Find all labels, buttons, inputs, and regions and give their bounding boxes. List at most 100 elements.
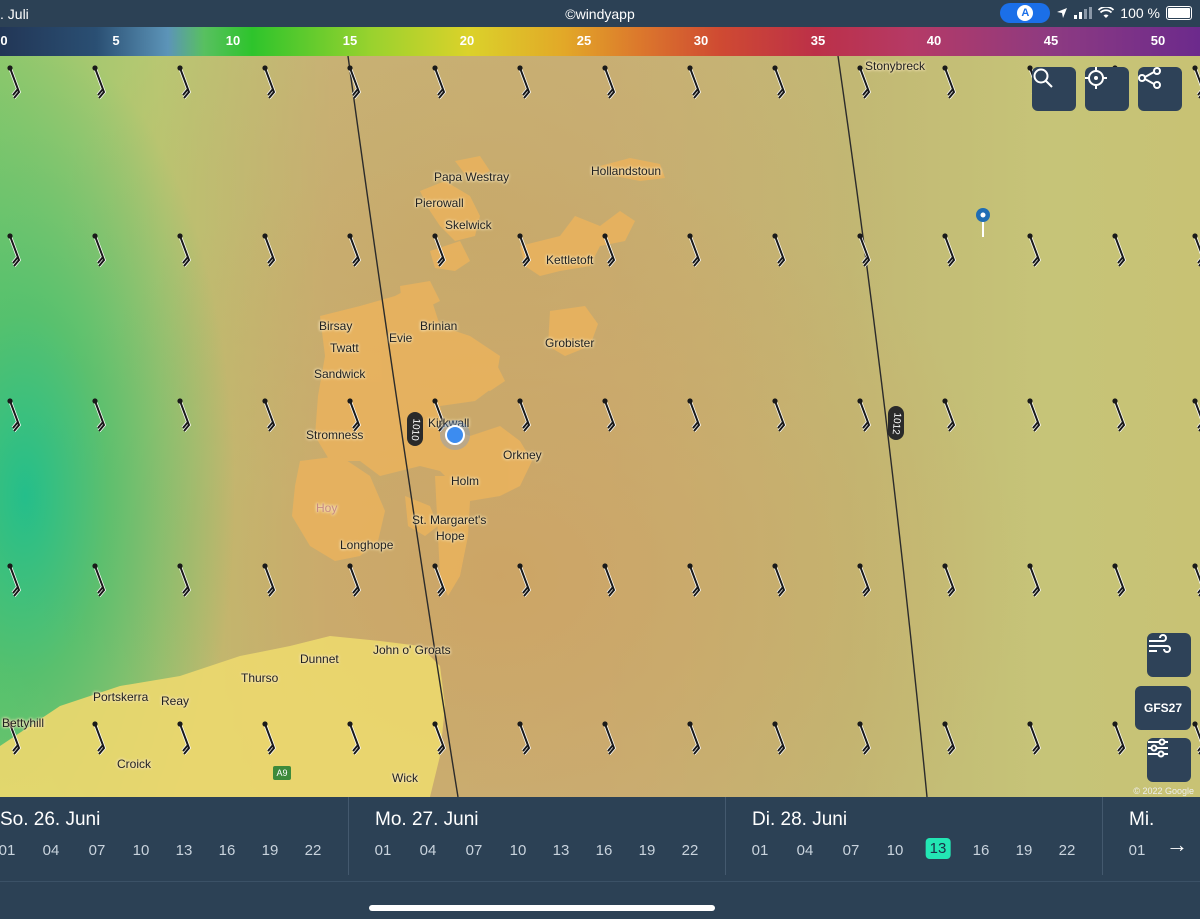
location-pill[interactable]: A — [1000, 3, 1051, 23]
share-button[interactable] — [1138, 67, 1182, 111]
place-label: Pierowall — [415, 196, 464, 210]
location-badge: A — [1017, 5, 1034, 21]
wind-barb-icon — [687, 65, 701, 100]
wind-barb-icon — [602, 721, 616, 756]
next-arrow-icon[interactable]: → — [1166, 832, 1188, 858]
search-button[interactable] — [1032, 67, 1076, 111]
wind-barb-icon — [347, 563, 361, 598]
place-label: John o' Groats — [373, 643, 451, 657]
hour-item[interactable]: 07 — [843, 842, 860, 859]
place-label: Evie — [389, 331, 413, 345]
wind-barb-icon — [177, 233, 191, 268]
legend-tick: 35 — [810, 33, 826, 48]
wifi-icon — [1098, 7, 1115, 18]
hour-item[interactable]: 16 — [596, 842, 613, 859]
hour-item[interactable]: 19 — [639, 842, 656, 859]
wind-barb-icon — [517, 563, 531, 598]
settings-button[interactable] — [1147, 738, 1191, 782]
place-label: Kettletoft — [546, 253, 594, 267]
wind-barb-icon — [262, 65, 276, 100]
wind-barb-icon — [517, 65, 531, 100]
legend-tick: 20 — [459, 33, 475, 48]
place-label: Birsay — [319, 319, 353, 333]
wind-barb-icon — [602, 65, 616, 100]
day-column: Di. 28. Juni 01 04 07 10 13 16 19 22 — [726, 797, 1102, 879]
hour-item[interactable]: 19 — [262, 842, 279, 859]
hour-item[interactable]: 19 — [1016, 842, 1033, 859]
legend-tick: 15 — [342, 33, 358, 48]
battery-text: 100 % — [1120, 5, 1160, 21]
wind-barb-icon — [1112, 563, 1126, 598]
wind-barb-icon — [1112, 398, 1126, 433]
locate-button[interactable] — [1085, 67, 1129, 111]
wind-barb-icon — [602, 563, 616, 598]
wind-barb-icon — [602, 398, 616, 433]
status-right: A 100 % — [1000, 3, 1192, 23]
legend-tick: 5 — [112, 33, 120, 48]
wind-barb-icon — [347, 233, 361, 268]
hour-item[interactable]: 04 — [797, 842, 814, 859]
wind-barb-icon — [92, 563, 106, 598]
wind-barb-icon — [772, 233, 786, 268]
hour-item[interactable]: 22 — [682, 842, 699, 859]
hour-item[interactable]: 22 — [305, 842, 322, 859]
wind-barb-icon — [1192, 563, 1200, 597]
wind-barb-icon — [857, 563, 871, 598]
hour-item[interactable]: 07 — [89, 842, 106, 859]
hour-item[interactable]: 04 — [43, 842, 60, 859]
crosshair-icon — [1085, 67, 1107, 89]
wind-barb-icon — [942, 65, 956, 100]
wind-barb-icon — [772, 721, 786, 756]
place-label: Portskerra — [93, 690, 149, 704]
model-button[interactable]: GFS27 — [1135, 686, 1191, 730]
wind-map[interactable]: Stonybreck Papa Westray Hollandstoun Pie… — [0, 56, 1200, 797]
wind-barb-icon — [517, 721, 531, 756]
wind-barb-icon — [177, 563, 191, 598]
wind-barb-icon — [7, 65, 21, 100]
place-label: Stromness — [306, 428, 364, 442]
hour-item[interactable]: 13 — [176, 842, 193, 859]
hour-item[interactable]: 01 — [1129, 842, 1146, 859]
hour-item[interactable]: 22 — [1059, 842, 1076, 859]
hour-item-selected[interactable]: 13 — [925, 838, 951, 859]
map-copyright: © 2022 Google — [1133, 786, 1194, 796]
map-pin-icon[interactable] — [976, 208, 990, 237]
wind-barb-icon — [1112, 721, 1126, 756]
wind-barb-icon — [432, 65, 446, 100]
wind-speed-legend: 0 5 10 15 20 25 30 35 40 45 50 — [0, 27, 1200, 56]
wind-barb-icon — [942, 721, 956, 756]
wind-icon — [1149, 634, 1171, 653]
hour-item[interactable]: 01 — [375, 842, 392, 859]
hour-item[interactable]: 10 — [510, 842, 527, 859]
hour-item[interactable]: 10 — [887, 842, 904, 859]
place-label: Longhope — [340, 538, 394, 552]
wind-barb-icon — [942, 563, 956, 598]
hour-item[interactable]: 01 — [0, 842, 15, 859]
current-location-dot — [445, 425, 465, 445]
place-label: Thurso — [241, 671, 279, 685]
time-timeline[interactable]: So. 26. Juni 01 04 07 10 13 16 19 22 Mo.… — [0, 797, 1200, 919]
hour-item[interactable]: 16 — [973, 842, 990, 859]
place-label: Holm — [451, 474, 480, 488]
place-label: Stonybreck — [865, 59, 926, 73]
place-label: Grobister — [545, 336, 595, 350]
share-icon — [1138, 67, 1161, 89]
status-bar: . Juli ©windyapp A 100 % — [0, 0, 1200, 27]
hour-item[interactable]: 10 — [133, 842, 150, 859]
hour-item[interactable]: 07 — [466, 842, 483, 859]
hour-item[interactable]: 04 — [420, 842, 437, 859]
legend-tick: 45 — [1043, 33, 1059, 48]
wind-barb-icon — [1192, 65, 1200, 99]
wind-barb-icon — [687, 721, 701, 756]
hour-item[interactable]: 16 — [219, 842, 236, 859]
place-label: Hollandstoun — [591, 164, 662, 178]
place-label: Skelwick — [445, 218, 492, 232]
isobar-label: 1010 — [407, 412, 423, 446]
day-column: So. 26. Juni 01 04 07 10 13 16 19 22 — [0, 797, 348, 879]
wind-layer-button[interactable] — [1147, 633, 1191, 677]
day-title: So. 26. Juni — [0, 809, 101, 830]
wind-barb-icon — [772, 65, 786, 100]
hour-item[interactable]: 13 — [553, 842, 570, 859]
wind-barb-icon — [347, 65, 361, 100]
hour-item[interactable]: 01 — [752, 842, 769, 859]
